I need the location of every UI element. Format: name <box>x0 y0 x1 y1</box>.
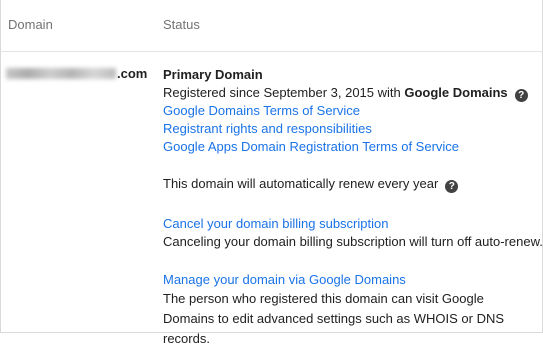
redacted-domain-label <box>6 68 116 79</box>
registration-info: Registered since September 3, 2015 with … <box>163 84 543 102</box>
cancel-billing-description: Canceling your domain billing subscripti… <box>163 234 543 249</box>
domain-tld: .com <box>117 66 148 81</box>
auto-renew-info: This domain will automatically renew eve… <box>163 175 543 193</box>
help-icon[interactable]: ? <box>445 180 459 193</box>
status-cell: Primary Domain Registered since Septembe… <box>163 66 543 349</box>
registered-since-text: Registered since September 3, 2015 with <box>163 85 401 100</box>
column-header-domain: Domain <box>8 17 53 32</box>
column-header-status: Status <box>163 17 200 32</box>
manage-domain-description: The person who registered this domain ca… <box>163 291 505 346</box>
terms-of-service-link[interactable]: Google Domains Terms of Service <box>163 102 543 120</box>
registrar-name: Google Domains <box>404 85 508 100</box>
apps-registration-terms-link[interactable]: Google Apps Domain Registration Terms of… <box>163 138 543 156</box>
help-icon[interactable]: ? <box>514 89 528 102</box>
domain-name: .com <box>6 66 147 81</box>
manage-domain-link[interactable]: Manage your domain via Google Domains <box>163 271 543 289</box>
table-header: Domain Status <box>0 0 543 52</box>
cancel-billing-link[interactable]: Cancel your domain billing subscription <box>163 215 543 233</box>
auto-renew-text: This domain will automatically renew eve… <box>163 176 439 191</box>
registrant-rights-link[interactable]: Registrant rights and responsibilities <box>163 120 543 138</box>
primary-domain-label: Primary Domain <box>163 67 263 82</box>
